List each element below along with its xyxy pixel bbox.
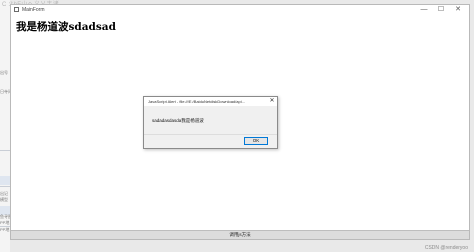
- alert-message: sadadasdasda我是杨道波: [152, 118, 204, 123]
- minimize-button[interactable]: —: [418, 5, 430, 15]
- alert-title: JavaScript Alert - file:///E:/BaiduNetdi…: [148, 99, 245, 104]
- background-band: [0, 176, 10, 185]
- bottom-bar: 调用js方法: [11, 230, 469, 239]
- close-button[interactable]: ✕: [452, 5, 464, 15]
- app-icon: [14, 7, 19, 12]
- ok-button[interactable]: OK: [244, 137, 268, 145]
- page-heading: 我是杨道波sdadsad: [16, 21, 116, 33]
- alert-dialog: JavaScript Alert - file:///E:/BaiduNetdi…: [143, 96, 278, 149]
- alert-footer: OK: [144, 134, 277, 148]
- screen: C ℱhF山ヘ义乂韦诸 出号 日寺间 出记 横型 鱼寻图 PP地 PP地 Mai…: [0, 0, 474, 252]
- alert-titlebar[interactable]: JavaScript Alert - file:///E:/BaiduNetdi…: [144, 97, 277, 106]
- background-divider: [0, 186, 10, 187]
- watermark: CSDN @renderyoo: [424, 245, 468, 251]
- alert-close-button[interactable]: ✕: [268, 97, 276, 106]
- call-js-method-button[interactable]: 调用js方法: [11, 231, 469, 239]
- window-titlebar[interactable]: MainForm — ☐ ✕: [11, 5, 469, 15]
- window-title: MainForm: [22, 7, 45, 13]
- maximize-button[interactable]: ☐: [435, 5, 447, 15]
- background-divider: [0, 150, 10, 151]
